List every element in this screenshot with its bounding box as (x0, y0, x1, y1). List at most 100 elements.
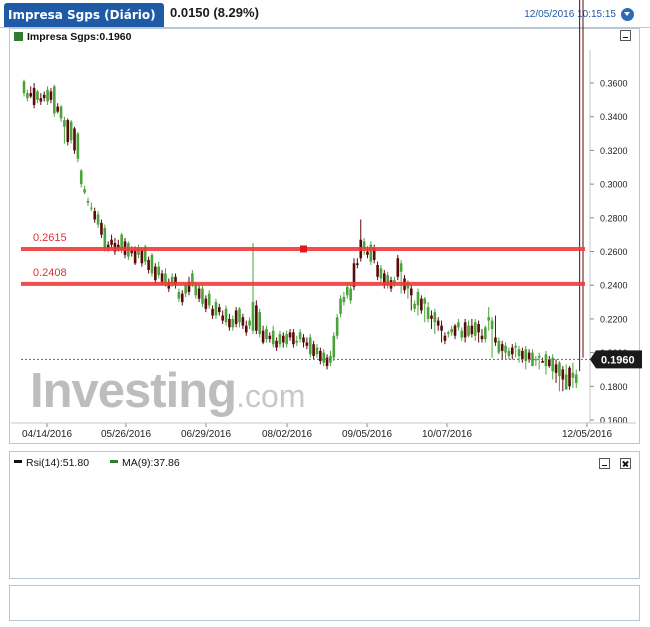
candle-body (548, 359, 551, 367)
candle-body (494, 337, 497, 343)
candle-body (470, 325, 474, 335)
rsi-legend-label: Rsi(14):51.80 (26, 457, 90, 469)
candle-body (110, 239, 113, 245)
candle-body (133, 249, 137, 264)
candle-body (500, 344, 504, 351)
candle-body (420, 298, 423, 311)
candle-body (484, 327, 487, 340)
candle-body (332, 335, 336, 358)
candle-body (157, 266, 160, 276)
candle-body (180, 293, 184, 303)
candle-body (447, 332, 450, 335)
candle-body (147, 259, 150, 271)
candle-body (510, 347, 514, 355)
price-x-tick-label: 06/29/2016 (181, 429, 231, 440)
candle-body (49, 91, 53, 100)
candle-body (160, 273, 164, 282)
candle-body (26, 93, 29, 99)
candle-body (514, 345, 517, 348)
candle-body (315, 347, 319, 355)
candle-body (241, 317, 245, 326)
candle-body (285, 334, 288, 345)
candle-body (63, 120, 66, 127)
candle-body (463, 322, 467, 338)
candle-body (480, 335, 484, 340)
price-y-tick-label: 0.2600 (600, 247, 628, 257)
candle-body (150, 254, 154, 274)
candle-body (345, 286, 349, 296)
candle-body (218, 307, 221, 313)
candle-body (457, 322, 460, 328)
candle-body (204, 298, 208, 309)
candle-body (527, 352, 531, 360)
candle-body (211, 308, 214, 316)
candle-body (450, 329, 453, 333)
candle-body (544, 354, 548, 367)
candle-body (426, 307, 430, 319)
candle-body (271, 330, 275, 345)
candle-body (517, 349, 521, 356)
rsi-legend: Rsi(14):51.80 MA(9):37.86 (14, 457, 180, 469)
candle-body (473, 322, 477, 336)
candle-body (248, 320, 251, 326)
price-x-tick-label: 10/07/2016 (422, 429, 472, 440)
candle-body (399, 263, 403, 272)
candle-body (281, 335, 285, 343)
candle-body (154, 266, 157, 281)
candle-body (268, 335, 272, 340)
candle-body (342, 296, 346, 303)
candle-body (177, 291, 181, 299)
candle-body (231, 318, 235, 328)
candle-body (356, 263, 359, 265)
candle-body (194, 285, 198, 296)
price-y-tick-label: 0.2800 (600, 213, 628, 223)
level-handle-icon (300, 245, 307, 253)
candle-body (36, 91, 39, 100)
candle-body (376, 264, 379, 277)
candle-body (574, 374, 578, 383)
candle-body (76, 133, 80, 159)
candle-body (197, 288, 201, 299)
candle-body (292, 332, 295, 345)
navigator-panel[interactable] (9, 585, 640, 621)
candle-body (244, 325, 248, 333)
candle-body (490, 320, 494, 330)
candle-body (305, 342, 309, 346)
price-x-tick-label: 04/14/2016 (22, 429, 72, 440)
candle-body (184, 285, 187, 294)
candle-body (261, 330, 265, 343)
ma-line-icon (109, 460, 118, 463)
minimize-rsi-panel-button[interactable] (599, 458, 610, 469)
candle-body (504, 345, 507, 353)
price-x-tick-label: 05/26/2016 (101, 429, 151, 440)
candle-body (258, 312, 262, 335)
candle-body (103, 227, 107, 249)
candle-body (413, 303, 416, 309)
candle-body (335, 317, 339, 336)
candle-body (22, 81, 26, 94)
candle-body (201, 288, 204, 304)
candle-body (322, 352, 326, 363)
price-y-tick-label: 0.3200 (600, 146, 628, 156)
rsi-line-icon (14, 460, 22, 463)
candle-body (436, 320, 440, 326)
candle-body (69, 121, 73, 141)
level-label: 0.2408 (33, 267, 67, 279)
candle-body (349, 288, 352, 301)
close-rsi-panel-button[interactable] (620, 458, 631, 469)
price-y-tick-label: 0.2200 (600, 314, 628, 324)
candle-body (537, 355, 541, 358)
candle-body (251, 302, 255, 331)
candle-body (53, 86, 56, 114)
candle-body (238, 308, 241, 323)
candle-body (29, 93, 33, 97)
candle-body (467, 325, 470, 336)
candle-body (83, 189, 86, 193)
candle-body (86, 200, 90, 203)
candle-body (221, 315, 224, 321)
candle-body (207, 293, 211, 306)
candle-body (265, 329, 268, 340)
candle-body (312, 344, 315, 356)
ma-legend-label: MA(9):37.86 (121, 457, 180, 469)
candle-body (79, 170, 83, 185)
